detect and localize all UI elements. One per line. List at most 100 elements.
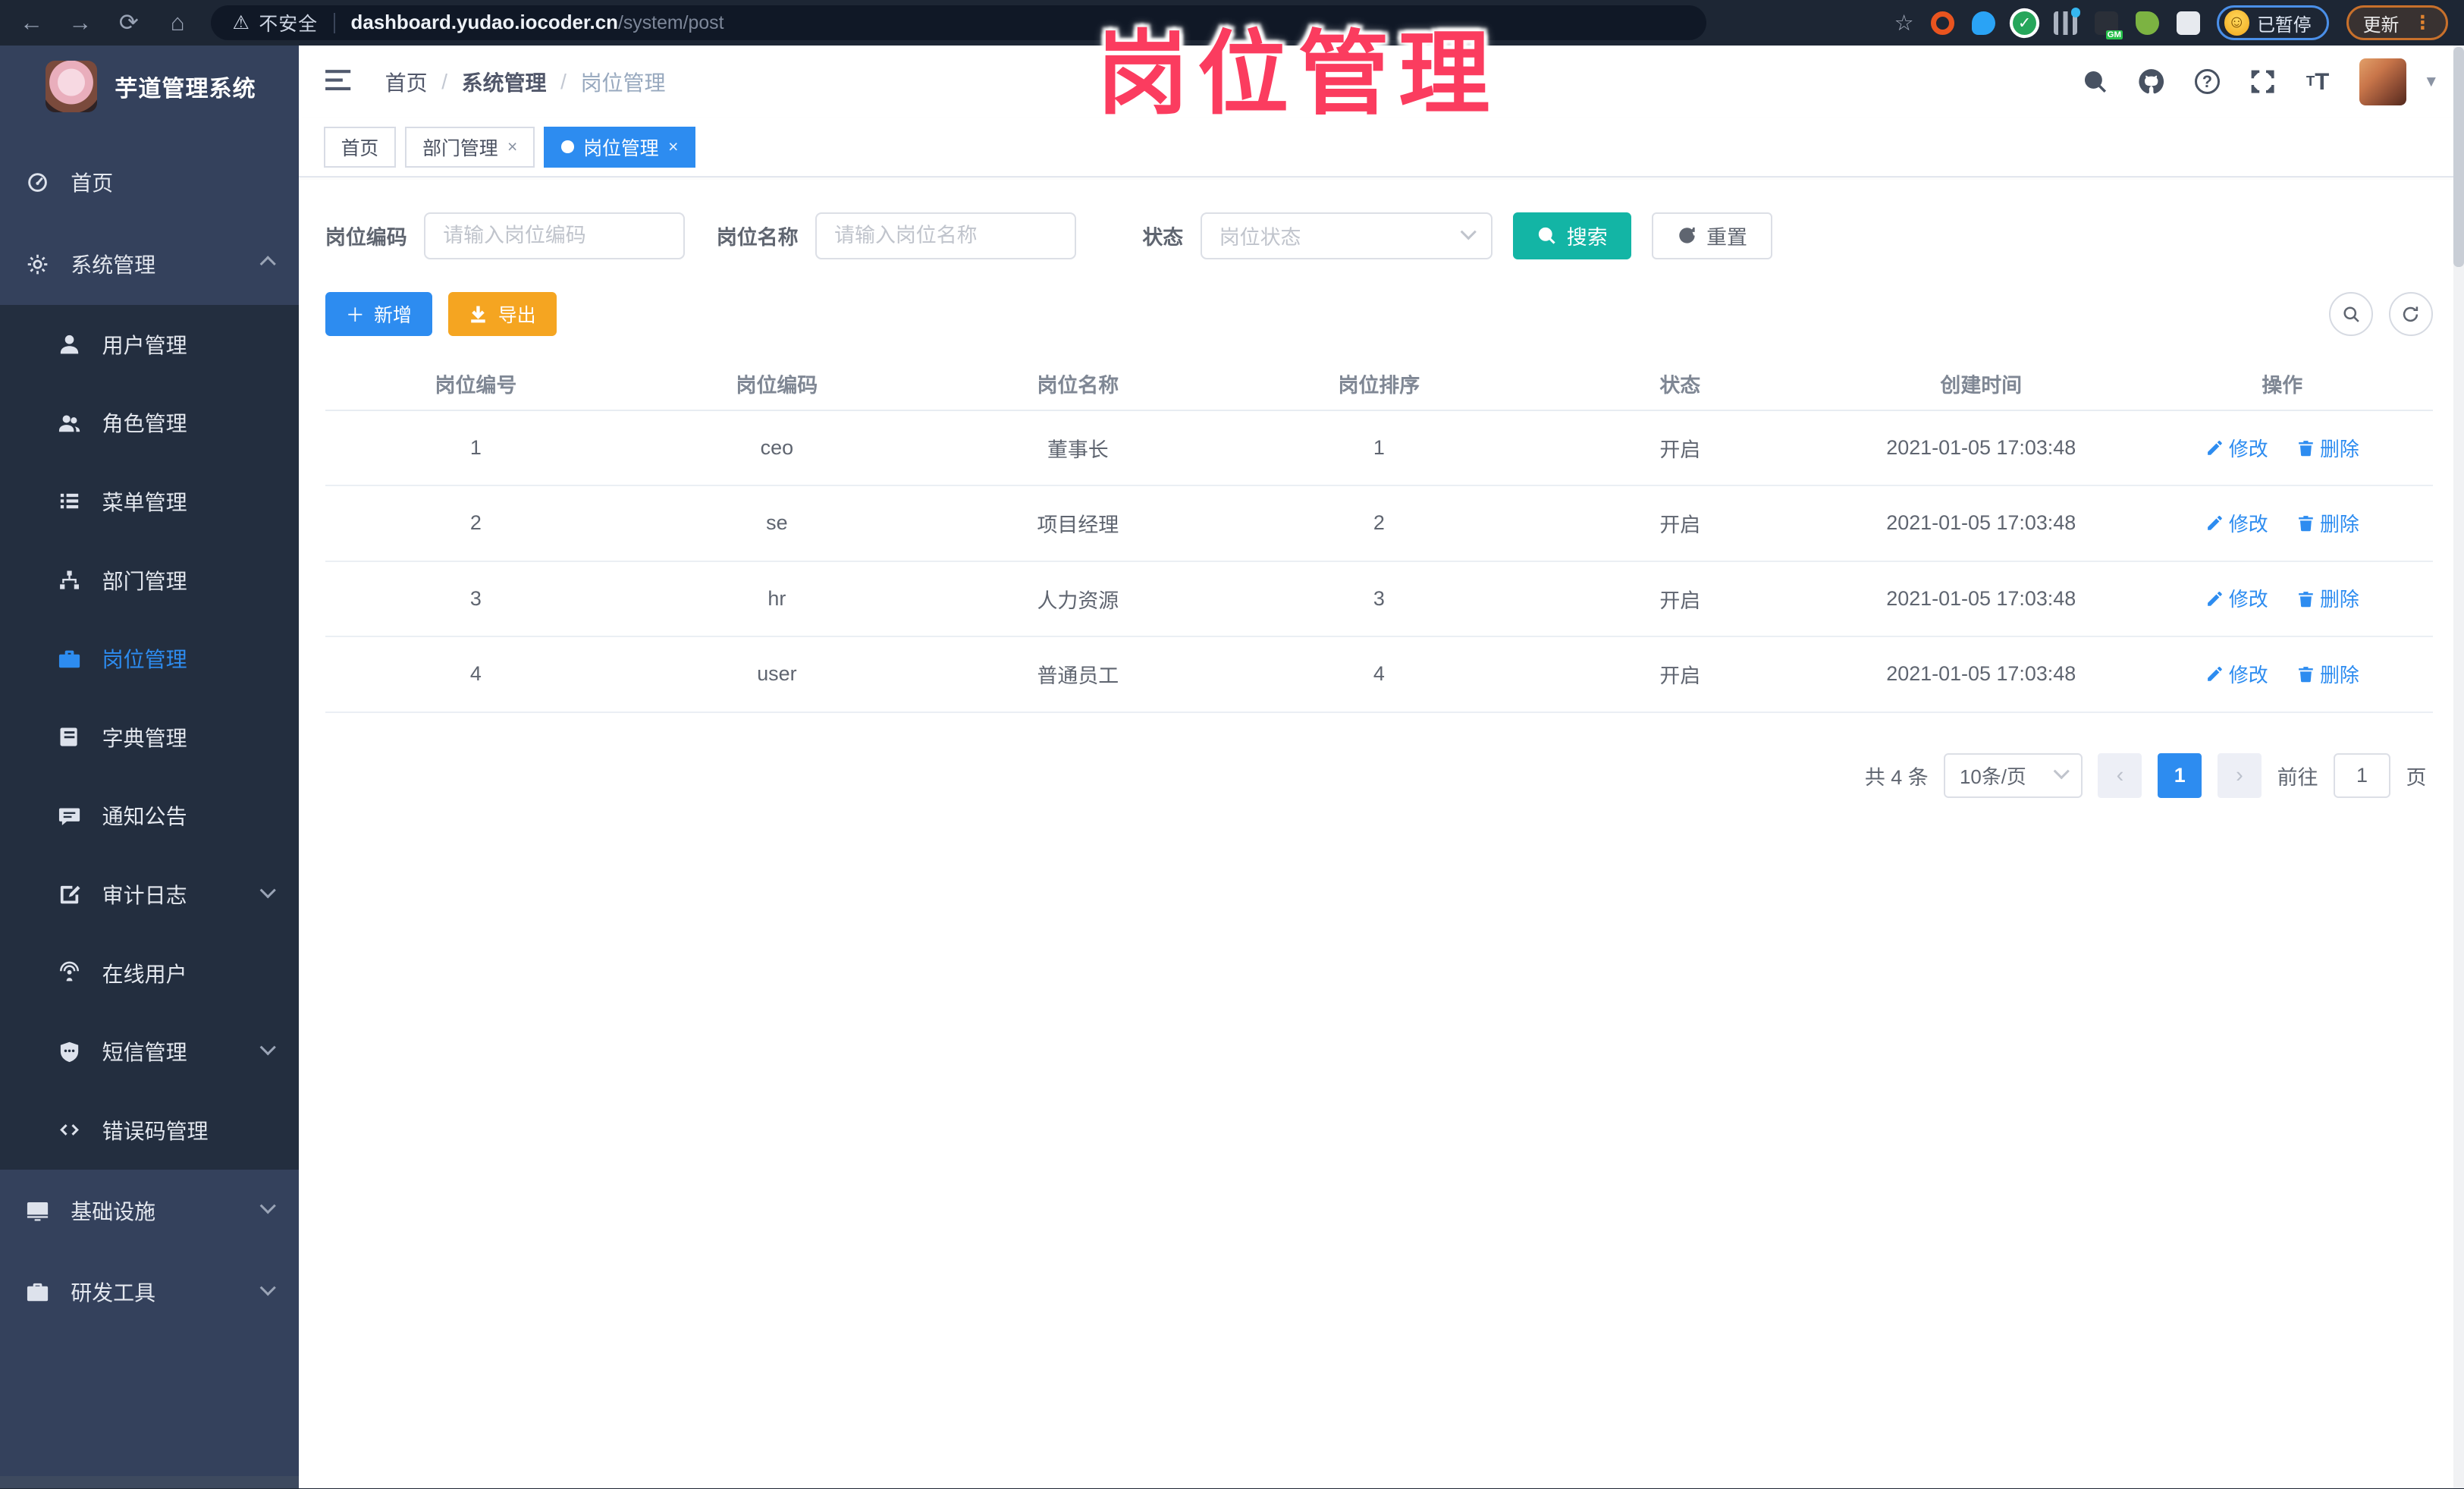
page-size-select[interactable]: 10条/页 — [1944, 753, 2083, 798]
paused-badge[interactable]: ☺ 已暂停 — [2217, 5, 2330, 40]
github-icon[interactable] — [2138, 68, 2164, 95]
collapse-sidebar-icon[interactable] — [324, 68, 355, 96]
search-form: 岗位编码 岗位名称 状态 岗位状态 搜索 重置 — [325, 212, 2433, 259]
sidebar-item-label: 审计日志 — [102, 884, 187, 908]
sidebar-item-label: 错误码管理 — [102, 1119, 209, 1143]
prev-page-button[interactable]: ‹ — [2098, 753, 2142, 798]
sidebar-item-8[interactable]: 通知公告 — [0, 776, 299, 856]
extension-sprout-icon[interactable] — [2135, 11, 2159, 35]
table-row: 3 hr 人力资源 3 开启 2021-01-05 17:03:48 修改 删除 — [325, 561, 2433, 638]
next-page-button[interactable]: › — [2217, 753, 2262, 798]
main-area: 首页 / 系统管理 / 岗位管理 ? T T ▼ 首页 部门管理 × 岗位管理 … — [298, 46, 2464, 1489]
search-button[interactable]: 搜索 — [1513, 212, 1631, 259]
bookmark-star-icon[interactable]: ☆ — [1894, 10, 1914, 36]
error-code-icon — [55, 1116, 83, 1144]
cell-code: user — [626, 636, 928, 713]
post-code-label: 岗位编码 — [325, 226, 407, 250]
table-row: 1 ceo 董事长 1 开启 2021-01-05 17:03:48 修改 删除 — [325, 410, 2433, 487]
post-name-input[interactable] — [815, 212, 1077, 259]
horizontal-scrollbar[interactable] — [0, 1475, 299, 1489]
toggle-search-button[interactable] — [2329, 292, 2374, 337]
sidebar-item-0[interactable]: 首页 — [0, 141, 299, 223]
scrollbar-thumb[interactable] — [2453, 47, 2464, 268]
sidebar-item-3[interactable]: 角色管理 — [0, 383, 299, 463]
breadcrumb-home[interactable]: 首页 — [385, 67, 428, 97]
help-icon[interactable]: ? — [2194, 69, 2220, 95]
post-name-label: 岗位名称 — [716, 226, 799, 250]
delete-link[interactable]: 删除 — [2296, 584, 2359, 612]
tab-label: 首页 — [341, 137, 379, 159]
back-icon[interactable]: ← — [16, 9, 47, 36]
edit-link[interactable]: 修改 — [2205, 434, 2268, 462]
export-button[interactable]: 导出 — [447, 292, 557, 337]
cell-code: se — [626, 485, 928, 562]
add-button[interactable]: ＋ 新增 — [325, 292, 432, 337]
sidebar-item-2[interactable]: 用户管理 — [0, 304, 299, 384]
sidebar-item-1[interactable]: 系统管理 — [0, 223, 299, 305]
sidebar-item-7[interactable]: 字典管理 — [0, 698, 299, 777]
address-bar[interactable]: ⚠ 不安全 dashboard.yudao.iocoder.cn/system/… — [210, 5, 1707, 40]
sidebar-item-4[interactable]: 菜单管理 — [0, 462, 299, 541]
fullscreen-icon[interactable] — [2249, 68, 2276, 95]
edit-link[interactable]: 修改 — [2205, 509, 2268, 537]
close-tab-icon[interactable]: × — [668, 137, 678, 157]
sidebar-item-14[interactable]: 研发工具 — [0, 1251, 299, 1333]
sidebar-item-label: 部门管理 — [102, 569, 187, 593]
font-size-icon[interactable]: TT — [2306, 70, 2329, 93]
sidebar-item-12[interactable]: 错误码管理 — [0, 1091, 299, 1170]
vertical-scrollbar[interactable] — [2453, 46, 2464, 1489]
sidebar-item-9[interactable]: 审计日志 — [0, 855, 299, 934]
tab-首页[interactable]: 首页 — [323, 126, 397, 168]
dev-tools-icon — [24, 1278, 52, 1306]
tab-岗位管理[interactable]: 岗位管理 × — [544, 126, 696, 168]
cell-status: 开启 — [1529, 561, 1831, 638]
status-select[interactable]: 岗位状态 — [1200, 212, 1493, 259]
extension-orange-icon[interactable] — [1931, 11, 1955, 35]
refresh-button[interactable] — [2388, 292, 2433, 337]
sidebar-item-label: 首页 — [71, 171, 114, 196]
delete-link[interactable]: 删除 — [2296, 660, 2359, 688]
sidebar-item-11[interactable]: 短信管理 — [0, 1012, 299, 1092]
close-tab-icon[interactable]: × — [507, 137, 517, 157]
home-icon[interactable]: ⌂ — [162, 9, 193, 36]
header-actions: ? TT ▼ — [2082, 58, 2439, 105]
chevron-down-icon — [260, 881, 276, 898]
extensions-puzzle-icon[interactable] — [2176, 11, 2200, 35]
avatar-caret-down-icon[interactable]: ▼ — [2424, 73, 2440, 91]
goto-page-input[interactable] — [2334, 753, 2390, 798]
browser-menu-dots-icon[interactable]: ⋮ — [2413, 11, 2432, 34]
search-icon[interactable] — [2082, 68, 2108, 95]
cell-name: 董事长 — [927, 410, 1229, 487]
cell-id: 4 — [325, 636, 626, 713]
edit-link[interactable]: 修改 — [2205, 660, 2268, 688]
extension-blue-pin-icon[interactable] — [1972, 11, 1996, 35]
forward-icon[interactable]: → — [64, 9, 96, 36]
sidebar-item-6-active[interactable]: 岗位管理 — [0, 619, 299, 699]
cell-code: ceo — [626, 410, 928, 487]
active-tab-dot — [561, 140, 574, 154]
user-icon — [55, 330, 83, 358]
delete-link[interactable]: 删除 — [2296, 434, 2359, 462]
post-code-input[interactable] — [424, 212, 686, 259]
reset-button[interactable]: 重置 — [1651, 212, 1773, 259]
edit-link[interactable]: 修改 — [2205, 584, 2268, 612]
sidebar-item-13[interactable]: 基础设施 — [0, 1170, 299, 1252]
extension-gm-icon[interactable] — [2094, 11, 2123, 39]
user-avatar[interactable] — [2359, 58, 2406, 105]
plus-icon: ＋ — [345, 305, 365, 327]
browser-toolbar-right: ☆ ✓ ☺ 已暂停 更新 ⋮ — [1894, 5, 2449, 40]
delete-link[interactable]: 删除 — [2296, 509, 2359, 537]
table-toolbar-right — [2329, 292, 2433, 337]
col-post-sort: 岗位排序 — [1228, 357, 1530, 411]
breadcrumb-system[interactable]: 系统管理 — [462, 67, 547, 97]
extension-green-check-icon[interactable]: ✓ — [2013, 11, 2037, 35]
sidebar-item-10[interactable]: 在线用户 — [0, 933, 299, 1013]
browser-update-button[interactable]: 更新 ⋮ — [2346, 5, 2449, 40]
infra-icon — [24, 1196, 52, 1224]
page-1-button[interactable]: 1 — [2158, 753, 2202, 798]
reload-icon[interactable]: ⟳ — [113, 9, 144, 36]
extension-sliders-icon[interactable] — [2053, 8, 2081, 35]
sidebar-item-label: 基础设施 — [71, 1199, 156, 1224]
tab-部门管理[interactable]: 部门管理 × — [405, 126, 535, 168]
sidebar-item-5[interactable]: 部门管理 — [0, 540, 299, 620]
